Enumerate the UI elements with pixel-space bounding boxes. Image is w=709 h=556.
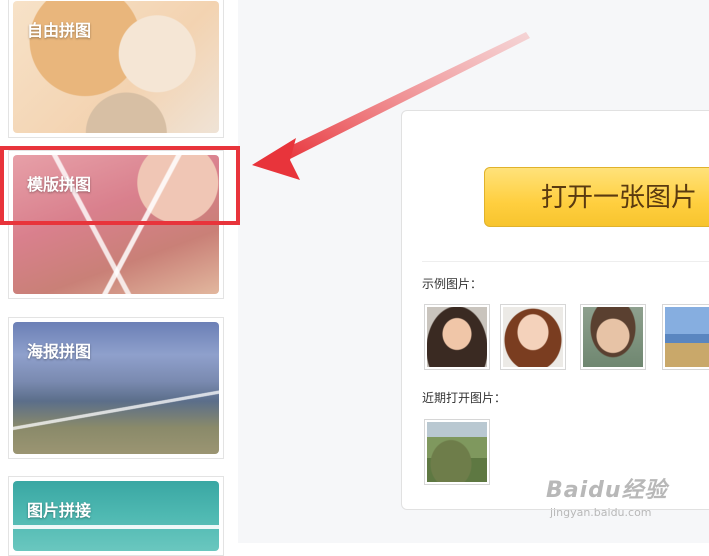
open-image-button[interactable]: 打开一张图片 xyxy=(484,167,709,227)
child-portrait-image xyxy=(583,307,643,367)
woman-portrait-image xyxy=(427,307,487,367)
mode-label-stitch: 图片拼接 xyxy=(27,501,92,520)
baidu-watermark: Baidu经验 jingyan.baidu.com xyxy=(536,462,706,524)
mode-card-stitch[interactable]: 图片拼接 xyxy=(8,476,224,556)
stitch-thumbnail: 图片拼接 xyxy=(13,481,219,551)
mode-card-free[interactable]: 自由拼图 xyxy=(8,0,224,138)
mode-label-poster: 海报拼图 xyxy=(27,342,92,361)
free-collage-thumbnail: 自由拼图 xyxy=(13,1,219,133)
watermark-text: Baidu经验 xyxy=(546,478,668,503)
open-image-panel: 打开一张图片 示例图片： 近期打开图片： xyxy=(401,110,709,510)
example-image-1[interactable] xyxy=(424,304,490,370)
recent-image-1[interactable] xyxy=(424,419,490,485)
mode-card-poster[interactable]: 海报拼图 xyxy=(8,317,224,459)
example-image-3[interactable] xyxy=(580,304,646,370)
highlight-annotation-box xyxy=(0,146,240,225)
poster-collage-thumbnail: 海报拼图 xyxy=(13,322,219,454)
woman-portrait-image xyxy=(503,307,563,367)
village-landscape-image xyxy=(427,422,487,482)
mode-label-free: 自由拼图 xyxy=(27,21,92,40)
recent-label: 近期打开图片： xyxy=(422,391,507,405)
example-image-4[interactable] xyxy=(662,304,709,370)
example-image-2[interactable] xyxy=(500,304,566,370)
watermark-subtext: jingyan.baidu.com xyxy=(550,506,652,519)
seaside-landscape-image xyxy=(665,307,709,367)
divider xyxy=(422,261,709,262)
examples-label: 示例图片： xyxy=(422,277,483,291)
